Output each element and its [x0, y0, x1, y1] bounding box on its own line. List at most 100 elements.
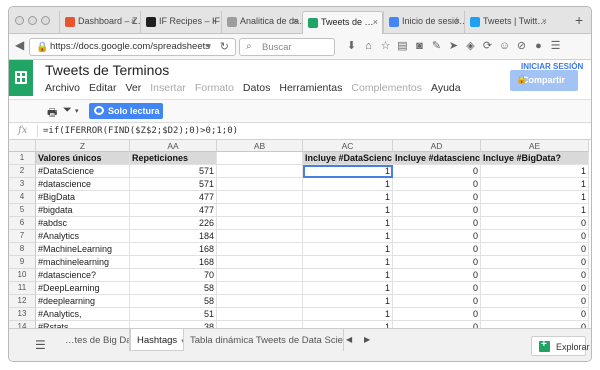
table-cell[interactable]: 0 [393, 256, 481, 269]
table-cell[interactable]: 1 [481, 165, 589, 178]
table-cell[interactable]: 1 [303, 295, 393, 308]
minimize-window-button[interactable] [28, 16, 37, 25]
doc-title[interactable]: Tweets de Terminos [45, 62, 169, 78]
row-header[interactable]: 5 [9, 204, 36, 217]
menu-item[interactable]: Ayuda [431, 82, 461, 94]
sync-icon[interactable]: ⟳ [479, 39, 496, 52]
table-cell[interactable]: 571 [130, 165, 217, 178]
table-cell[interactable]: #BigData [36, 191, 130, 204]
close-tab-icon[interactable]: × [455, 16, 460, 26]
share-button[interactable]: 🔒 Compartir [510, 70, 578, 91]
table-cell[interactable]: 226 [130, 217, 217, 230]
menu-item[interactable]: Editar [89, 82, 116, 94]
column-header[interactable]: AA [130, 140, 217, 152]
new-tab-button[interactable]: + [575, 12, 583, 28]
table-cell[interactable]: 1 [303, 230, 393, 243]
scroll-right-icon[interactable]: ▶ [364, 335, 370, 344]
sheet-tab[interactable]: …tes de Big Data▾ [59, 329, 130, 351]
table-cell[interactable]: 1 [303, 282, 393, 295]
menu-icon[interactable]: ☰ [547, 39, 564, 52]
table-cell[interactable]: 0 [481, 269, 589, 282]
table-cell[interactable]: 0 [393, 191, 481, 204]
table-cell[interactable]: 1 [481, 204, 589, 217]
filter-icon[interactable]: ⏷ [63, 104, 72, 117]
column-header[interactable]: Z [36, 140, 130, 152]
table-cell[interactable]: 0 [481, 217, 589, 230]
table-cell[interactable] [217, 256, 303, 269]
table-cell[interactable]: 1 [481, 191, 589, 204]
table-cell[interactable]: 0 [393, 204, 481, 217]
table-cell[interactable]: 0 [393, 269, 481, 282]
url-dropdown-icon[interactable]: ▾ [206, 41, 211, 52]
table-cell[interactable]: 0 [393, 217, 481, 230]
close-tab-icon[interactable]: × [131, 16, 136, 26]
table-cell[interactable]: #Analytics, [36, 308, 130, 321]
table-cell[interactable]: #abdsc [36, 217, 130, 230]
table-cell[interactable]: #DataScience [36, 165, 130, 178]
table-cell[interactable]: 477 [130, 204, 217, 217]
table-cell[interactable]: #bigdata [36, 204, 130, 217]
row-header[interactable]: 10 [9, 269, 36, 282]
readonly-badge[interactable]: Solo lectura [89, 103, 163, 119]
table-cell[interactable]: #datascience [36, 178, 130, 191]
download-icon[interactable]: ⬇ [343, 39, 360, 52]
browser-tab[interactable]: Dashboard – Z… × [59, 11, 140, 34]
filter-dropdown-icon[interactable]: ▾ [75, 107, 79, 115]
table-cell[interactable]: 1 [481, 178, 589, 191]
browser-tab[interactable]: IF Recipes – IF…× [140, 11, 221, 34]
row-header[interactable]: 8 [9, 243, 36, 256]
zoom-window-button[interactable] [41, 16, 50, 25]
scroll-left-icon[interactable]: ◀ [346, 335, 352, 344]
table-cell[interactable] [217, 178, 303, 191]
reload-icon[interactable]: ↻ [220, 40, 229, 53]
browser-tab[interactable]: Tweets | Twitt… × [464, 11, 551, 34]
table-cell[interactable]: 0 [393, 178, 481, 191]
table-cell[interactable] [217, 269, 303, 282]
table-cell[interactable]: 1 [303, 217, 393, 230]
table-cell[interactable] [217, 165, 303, 178]
row-header[interactable]: 13 [9, 308, 36, 321]
all-sheets-icon[interactable]: ☰ [35, 338, 46, 352]
table-cell[interactable] [217, 217, 303, 230]
table-cell[interactable]: 0 [393, 230, 481, 243]
table-cell[interactable]: 1 [303, 178, 393, 191]
row-header[interactable]: 4 [9, 191, 36, 204]
table-cell[interactable] [217, 295, 303, 308]
row-header[interactable]: 3 [9, 178, 36, 191]
table-cell[interactable]: #DeepLearning [36, 282, 130, 295]
header-cell[interactable]: Valores únicos [36, 152, 130, 165]
close-tab-icon[interactable]: × [542, 16, 547, 26]
table-cell[interactable]: 0 [481, 243, 589, 256]
header-cell[interactable]: Incluye #datascience? [393, 152, 481, 165]
url-bar[interactable]: 🔒 https://docs.google.com/spreadsheets ▾… [29, 38, 236, 56]
table-cell[interactable]: 1 [303, 204, 393, 217]
menu-item[interactable]: Complementos [351, 82, 422, 94]
column-header[interactable]: AB [217, 140, 303, 152]
table-cell[interactable]: 0 [393, 295, 481, 308]
close-tab-icon[interactable]: × [212, 16, 217, 26]
table-cell[interactable]: 0 [481, 282, 589, 295]
browser-tab[interactable]: Tweets de … × [302, 11, 383, 34]
table-cell[interactable] [217, 204, 303, 217]
table-cell[interactable]: 0 [393, 165, 481, 178]
table-cell[interactable]: #Analytics [36, 230, 130, 243]
explore-button[interactable]: Explorar [531, 336, 590, 356]
table-cell[interactable]: 51 [130, 308, 217, 321]
table-cell[interactable]: 0 [393, 321, 481, 328]
menu-item[interactable]: Herramientas [279, 82, 342, 94]
table-cell[interactable]: 0 [481, 321, 589, 328]
bookmark-icon[interactable]: ☆ [377, 39, 394, 52]
table-cell[interactable] [217, 321, 303, 328]
close-tab-icon[interactable]: × [293, 16, 298, 26]
menu-item[interactable]: Ver [125, 82, 141, 94]
table-cell[interactable]: 1 [303, 321, 393, 328]
table-cell[interactable]: 571 [130, 178, 217, 191]
table-cell[interactable]: #MachineLearning [36, 243, 130, 256]
sheets-logo-icon[interactable] [9, 60, 33, 96]
table-cell[interactable]: 58 [130, 282, 217, 295]
table-cell[interactable] [217, 230, 303, 243]
table-cell[interactable]: #Rstats [36, 321, 130, 328]
table-cell[interactable]: 0 [481, 295, 589, 308]
menu-item[interactable]: Datos [243, 82, 270, 94]
header-cell[interactable] [217, 152, 303, 165]
